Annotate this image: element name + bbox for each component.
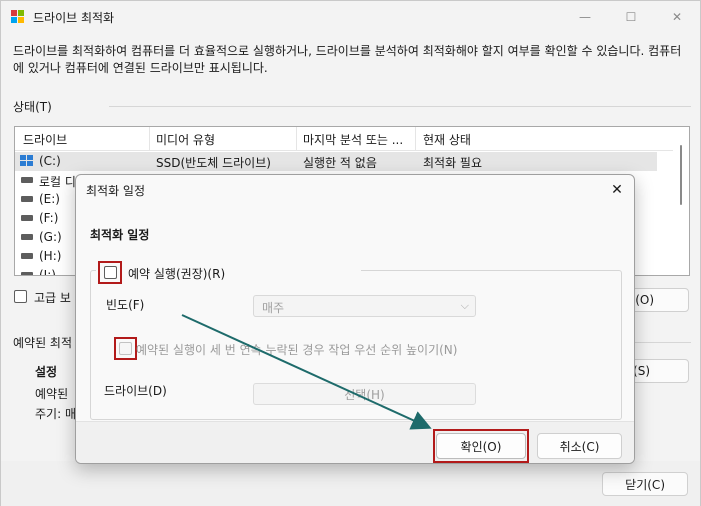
scrollbar-thumb[interactable] xyxy=(680,145,682,205)
defrag-app-icon xyxy=(11,10,24,23)
hard-drive-icon xyxy=(21,177,33,183)
window-title: 드라이브 최적화 xyxy=(33,11,115,25)
hard-drive-icon xyxy=(21,272,33,275)
schedule-checkbox[interactable] xyxy=(104,266,117,279)
cancel-button-label: 취소(C) xyxy=(559,439,600,454)
advanced-view-checkbox[interactable] xyxy=(14,290,27,303)
window-footer xyxy=(1,461,700,506)
schedule-dialog: 최적화 일정 ✕ 최적화 일정 예약 실행(권장)(R) 빈도(F) 매주 ⌵ … xyxy=(75,174,635,464)
frequency-label: 빈도(F) xyxy=(106,298,145,312)
change-settings-label: (S) xyxy=(633,364,650,378)
increase-priority-checkbox[interactable] xyxy=(119,342,132,355)
status-divider xyxy=(109,106,691,107)
drive-last-run: 실행한 적 없음 xyxy=(303,156,377,170)
drive-name: (C:) xyxy=(39,154,61,168)
drive-name: (H:) xyxy=(39,249,62,263)
status-label: 상태(T) xyxy=(13,100,52,114)
drives-label: 드라이브(D) xyxy=(104,384,167,398)
hard-drive-icon xyxy=(21,253,33,259)
drive-name: (F:) xyxy=(39,211,59,225)
hard-drive-icon xyxy=(21,234,33,240)
hard-drive-icon xyxy=(21,196,33,202)
maximize-icon[interactable]: ☐ xyxy=(608,1,654,33)
dialog-close-icon[interactable]: ✕ xyxy=(606,180,628,200)
chevron-down-icon: ⌵ xyxy=(460,299,469,312)
cancel-button[interactable]: 취소(C) xyxy=(537,433,622,459)
close-button[interactable]: 닫기(C) xyxy=(602,472,688,496)
dialog-heading: 최적화 일정 xyxy=(90,228,150,242)
drive-name: 로컬 디 xyxy=(39,175,76,189)
drive-media: SSD(반도체 드라이브) xyxy=(156,156,271,170)
advanced-view-label: 고급 보 xyxy=(34,291,71,305)
window-description: 드라이브를 최적화하여 컴퓨터를 더 효율적으로 실행하거나, 드라이브를 분석… xyxy=(13,44,682,75)
select-drives-button[interactable]: 선택(H) xyxy=(253,383,476,405)
column-last-run[interactable]: 마지막 분석 또는 ... xyxy=(303,131,403,148)
close-icon[interactable]: ✕ xyxy=(654,1,700,33)
column-separator xyxy=(296,127,297,151)
window-titlebar: 드라이브 최적화 — ☐ ✕ xyxy=(1,1,700,33)
ok-button-label: 확인(O) xyxy=(460,439,502,454)
drive-list-header: 드라이브 미디어 유형 마지막 분석 또는 ... 현재 상태 xyxy=(15,127,689,151)
column-drive[interactable]: 드라이브 xyxy=(23,131,67,148)
column-separator xyxy=(149,127,150,151)
close-button-label: 닫기(C) xyxy=(625,477,665,492)
column-separator xyxy=(415,127,416,151)
drive-name: (I:) xyxy=(39,268,56,276)
windows-drive-icon xyxy=(20,155,33,166)
scheduled-optimization-label: 예약된 최적 xyxy=(13,336,73,350)
drive-status: 최적화 필요 xyxy=(423,156,483,170)
frequency-dropdown[interactable]: 매주 ⌵ xyxy=(253,295,476,317)
column-media-type[interactable]: 미디어 유형 xyxy=(156,131,215,148)
select-drives-label: 선택(H) xyxy=(344,387,385,402)
ok-button[interactable]: 확인(O) xyxy=(436,433,526,459)
drive-row[interactable]: (C:) SSD(반도체 드라이브) 실행한 적 없음 최적화 필요 xyxy=(15,152,657,171)
frequency-value: 매주 xyxy=(262,301,285,315)
hard-drive-icon xyxy=(21,215,33,221)
minimize-icon[interactable]: — xyxy=(562,1,608,33)
schedule-checkbox-label: 예약 실행(권장)(R) xyxy=(128,267,226,281)
drive-name: (E:) xyxy=(39,192,60,206)
settings-label: 설정 xyxy=(35,365,58,379)
dialog-title: 최적화 일정 xyxy=(86,184,146,198)
column-current-status[interactable]: 현재 상태 xyxy=(423,131,471,148)
dialog-titlebar: 최적화 일정 ✕ xyxy=(76,175,634,205)
increase-priority-label: 예약된 실행이 세 번 연속 누락된 경우 작업 우선 순위 높이기(N) xyxy=(136,343,458,357)
drive-list-scrollbar[interactable] xyxy=(673,127,689,275)
drive-name: (G:) xyxy=(39,230,62,244)
scheduled-run-text: 예약된 xyxy=(35,387,69,401)
frequency-text: 주기: 매 xyxy=(35,407,76,421)
